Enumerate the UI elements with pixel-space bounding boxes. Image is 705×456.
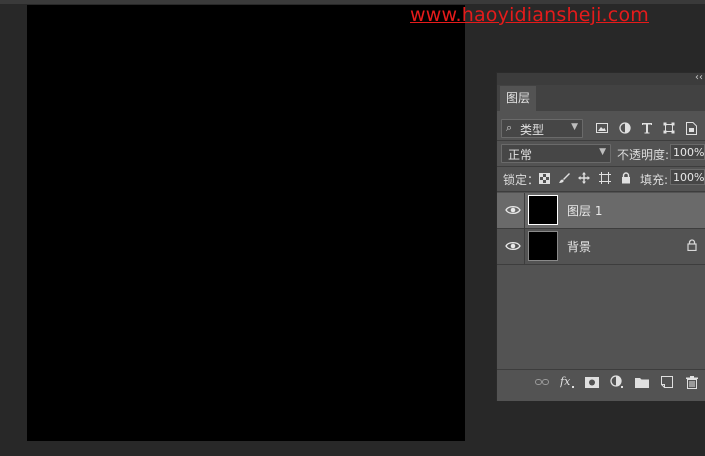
- layer-thumbnail: [528, 195, 558, 225]
- add-mask-icon[interactable]: [583, 374, 601, 390]
- shape-filter-icon[interactable]: [661, 119, 677, 137]
- new-group-icon[interactable]: [633, 374, 651, 390]
- type-filter-icon[interactable]: [639, 119, 655, 137]
- filter-kind-label: 类型: [520, 123, 545, 137]
- adjustment-layer-icon[interactable]: [608, 374, 626, 390]
- separator: [497, 140, 705, 141]
- separator: [497, 264, 705, 265]
- fill-label: 填充:: [640, 173, 669, 187]
- watermark: www.haoyidiansheji.com: [410, 4, 649, 26]
- visibility-eye-icon[interactable]: [505, 203, 521, 217]
- tab-layers[interactable]: 图层: [500, 86, 536, 111]
- separator: [497, 191, 705, 192]
- layer-filter-select[interactable]: ⌕ 类型 ▼: [501, 119, 583, 138]
- link-layers-icon[interactable]: [533, 374, 551, 390]
- lock-label: 锁定：: [503, 173, 540, 187]
- collapse-icon[interactable]: ‹‹: [695, 72, 703, 84]
- workspace: www.haoyidiansheji.com ‹‹ 图层 ⌕ 类型 ▼ 正常 ▼…: [0, 0, 705, 456]
- blend-mode-label: 正常: [508, 148, 533, 162]
- blend-mode-select[interactable]: 正常 ▼: [501, 144, 611, 163]
- document-canvas[interactable]: [27, 5, 465, 441]
- fill-input[interactable]: 100%: [670, 169, 705, 185]
- panel-header-bar: ‹‹: [497, 72, 705, 85]
- delete-layer-icon[interactable]: [683, 374, 701, 390]
- layer-row-layer-1[interactable]: 图层 1: [497, 193, 705, 228]
- chevron-down-icon: ▼: [571, 122, 578, 132]
- lock-all-icon[interactable]: [618, 170, 634, 186]
- layer-row-background[interactable]: 背景: [497, 229, 705, 264]
- row-divider: [524, 193, 525, 228]
- layers-bottom-toolbar: fx: [497, 369, 705, 394]
- layer-thumbnail: [528, 231, 558, 261]
- layers-panel: ‹‹ 图层 ⌕ 类型 ▼ 正常 ▼ 不透明度: 100% 锁定： 填充: 100…: [496, 72, 705, 401]
- new-layer-icon[interactable]: [658, 374, 676, 390]
- separator: [497, 166, 705, 167]
- lock-image-pixels-icon[interactable]: [556, 170, 572, 186]
- panel-tab-bar: 图层: [497, 85, 705, 111]
- row-divider: [524, 229, 525, 264]
- fx-icon[interactable]: fx: [559, 374, 577, 390]
- lock-artboard-icon[interactable]: [597, 170, 613, 186]
- adjustment-filter-icon[interactable]: [617, 119, 633, 137]
- search-icon: ⌕: [506, 121, 513, 134]
- opacity-label: 不透明度:: [617, 148, 670, 162]
- lock-icon: [687, 239, 697, 251]
- lock-position-icon[interactable]: [576, 170, 592, 186]
- layer-name: 图层 1: [567, 204, 603, 218]
- layer-name: 背景: [567, 240, 592, 254]
- opacity-input[interactable]: 100%: [670, 144, 705, 160]
- image-filter-icon[interactable]: [594, 119, 610, 137]
- chevron-down-icon: ▼: [599, 147, 606, 157]
- smartobject-filter-icon[interactable]: [683, 119, 699, 137]
- visibility-eye-icon[interactable]: [505, 239, 521, 253]
- svg-text:fx: fx: [560, 375, 571, 388]
- lock-transparent-pixels-icon[interactable]: [536, 170, 552, 186]
